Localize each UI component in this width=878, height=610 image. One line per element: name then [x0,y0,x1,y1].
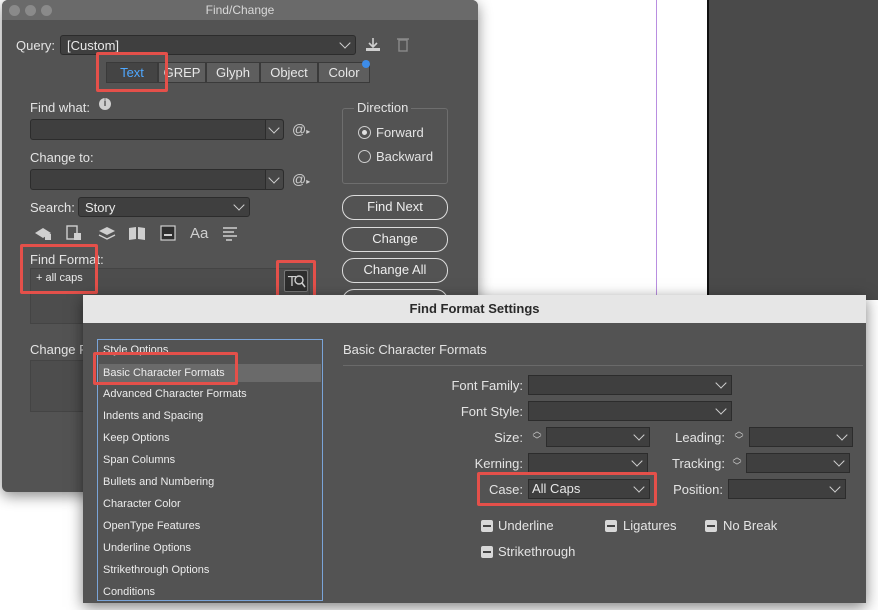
query-value: [Custom] [67,38,120,53]
highlight-case [477,472,657,506]
font-family-label: Font Family: [451,378,523,393]
kerning-dropdown[interactable] [528,453,648,473]
window-titlebar: Find/Change [2,0,478,20]
case-sensitive-icon[interactable]: Aa [190,225,208,242]
leading-dropdown[interactable] [749,427,853,447]
lock-stories-icon[interactable] [66,225,82,245]
change-format-label: Change F [30,342,88,357]
chevron-down-icon [233,199,245,211]
lock-layers-icon[interactable] [34,225,52,245]
find-format-settings-dialog: Find Format Settings Style Options Basic… [83,295,866,603]
tracking-dropdown[interactable] [746,453,850,473]
category-indents-and-spacing[interactable]: Indents and Spacing [103,410,203,422]
save-query-icon[interactable] [364,36,382,55]
font-style-dropdown[interactable] [528,401,732,421]
delete-query-icon[interactable] [396,36,410,55]
ligatures-label: Ligatures [623,518,677,533]
category-span-columns[interactable]: Span Columns [103,454,175,466]
search-label: Search: [30,200,75,215]
find-next-button[interactable]: Find Next [342,195,448,220]
minimize-window-button[interactable] [25,5,36,16]
change-all-button[interactable]: Change All [342,258,448,283]
section-divider [343,365,863,366]
color-tab-indicator [362,60,370,68]
tab-object[interactable]: Object [260,62,318,83]
dialog-title: Find Format Settings [83,295,866,323]
change-label: Change [372,231,418,246]
position-dropdown[interactable] [728,479,846,499]
category-opentype-features[interactable]: OpenType Features [103,520,200,532]
category-keep-options[interactable]: Keep Options [103,432,170,444]
highlight-find-format [20,244,98,294]
special-chars-icon[interactable]: @▸ [292,121,310,137]
find-next-label: Find Next [367,199,423,214]
backward-label: Backward [376,149,434,164]
highlight-basic-character-formats [93,352,238,385]
highlight-text-tab [96,52,168,92]
tab-glyph-label: Glyph [216,65,250,80]
tab-color-label: Color [328,65,360,80]
search-value: Story [85,200,116,215]
no-break-label: No Break [723,518,778,533]
forward-radio[interactable] [358,126,371,139]
category-strikethrough-options[interactable]: Strikethrough Options [103,564,209,576]
ligatures-checkbox[interactable] [605,520,617,532]
direction-group [342,108,448,184]
hidden-layers-icon[interactable] [98,225,116,245]
strikethrough-checkbox[interactable] [481,546,493,558]
no-break-checkbox[interactable] [705,520,717,532]
underline-label: Underline [498,518,554,533]
backward-radio[interactable] [358,150,371,163]
forward-label: Forward [376,125,424,140]
size-stepper-icon[interactable]: ︿ ﹀ [529,427,545,447]
font-family-dropdown[interactable] [528,375,732,395]
zoom-window-button[interactable] [41,5,52,16]
find-what-input[interactable] [30,119,284,140]
tab-glyph[interactable]: Glyph [206,62,260,83]
direction-title: Direction [354,100,412,115]
highlight-format-settings-icon [276,260,316,300]
kerning-label: Kerning: [474,456,523,471]
category-conditions[interactable]: Conditions [103,586,155,598]
size-label: Size: [494,430,523,445]
section-title: Basic Character Formats [343,342,487,357]
search-dropdown[interactable]: Story [78,197,250,217]
window-title: Find/Change [205,3,275,17]
change-to-label: Change to: [30,150,94,165]
category-advanced-character-formats[interactable]: Advanced Character Formats [103,388,247,400]
change-to-input[interactable] [30,169,284,190]
change-all-label: Change All [363,262,427,277]
query-label: Query: [16,38,56,53]
strikethrough-label: Strikethrough [498,544,576,559]
tab-object-label: Object [270,65,308,80]
chevron-down-icon [339,37,351,49]
whole-word-icon[interactable] [222,225,238,245]
find-what-label: Find what: [30,100,90,115]
tracking-stepper-icon[interactable]: ︿ ﹀ [729,453,745,473]
tab-grep-label: GREP [163,65,201,80]
column-guide [656,0,657,300]
leading-label: Leading: [675,430,725,445]
font-style-label: Font Style: [460,404,523,419]
underline-checkbox[interactable] [481,520,493,532]
special-chars-change-icon[interactable]: @▸ [292,171,310,187]
close-window-button[interactable] [9,5,20,16]
position-label: Position: [673,482,723,497]
category-character-color[interactable]: Character Color [103,498,181,510]
change-button[interactable]: Change [342,227,448,252]
category-underline-options[interactable]: Underline Options [103,542,191,554]
size-dropdown[interactable] [546,427,650,447]
master-pages-icon[interactable] [128,225,146,245]
pasteboard-area [707,0,878,300]
tracking-label: Tracking: [672,456,725,471]
leading-stepper-icon[interactable]: ︿ ﹀ [731,427,747,447]
info-icon[interactable]: i [99,98,111,110]
footnotes-icon[interactable] [160,225,176,245]
category-bullets-and-numbering[interactable]: Bullets and Numbering [103,476,214,488]
